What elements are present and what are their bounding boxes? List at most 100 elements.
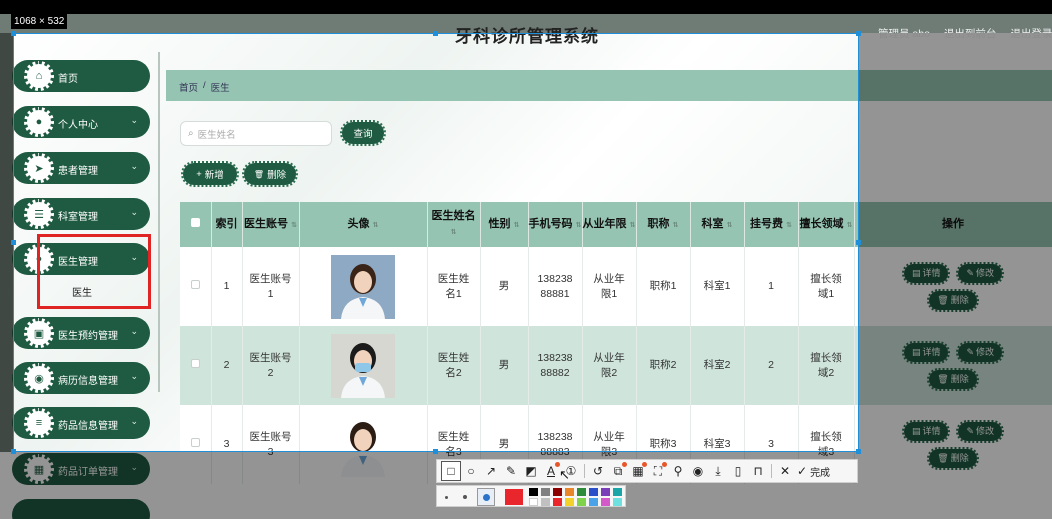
edit-icon: ✎ xyxy=(966,346,975,357)
mosaic-icon[interactable]: ◩ xyxy=(521,461,541,481)
sidebar-item-medicine[interactable]: ≡ 药品信息管理 ⌄ xyxy=(12,407,150,439)
col-avatar[interactable]: 头像 ⇅ xyxy=(299,202,428,247)
rectangle-icon[interactable]: □ xyxy=(441,461,461,481)
delete-button[interactable]: 🗑 删除 xyxy=(927,446,979,470)
sidebar-item-appointments[interactable]: ▣ 医生预约管理 ⌄ xyxy=(12,317,150,349)
color-swatch[interactable] xyxy=(589,498,598,506)
sidebar-item-label: 药品信息管理 xyxy=(58,421,118,432)
sidebar-item-departments[interactable]: ☰ 科室管理 ⌄ xyxy=(12,198,150,230)
detail-button[interactable]: ▤ 详情 xyxy=(901,340,951,364)
ellipse-icon[interactable]: ○ xyxy=(461,461,481,481)
pen-icon[interactable]: ✎ xyxy=(501,461,521,481)
sidebar-item-label: 药品订单管理 xyxy=(58,467,118,478)
sidebar-item-label: 首页 xyxy=(58,74,78,85)
back-to-front-link[interactable]: 退出到前台 xyxy=(944,26,997,41)
color-swatch[interactable] xyxy=(553,488,562,496)
edit-button[interactable]: ✎ 修改 xyxy=(956,340,1005,364)
save-icon[interactable]: ▯ xyxy=(728,461,748,481)
row-checkbox[interactable] xyxy=(180,247,212,326)
doctor-avatar xyxy=(331,254,395,319)
sidebar-item-orders[interactable]: ▦ 药品订单管理 ⌄ xyxy=(12,453,150,485)
resize-handle[interactable] xyxy=(433,449,438,454)
pin-icon[interactable]: ⚲ xyxy=(668,461,688,481)
color-swatch[interactable] xyxy=(529,498,538,506)
text-icon[interactable]: A xyxy=(541,461,561,481)
undo-icon[interactable]: ↺ xyxy=(588,461,608,481)
edit-button[interactable]: ✎ 修改 xyxy=(956,261,1005,285)
color-swatch[interactable] xyxy=(565,488,574,496)
close-icon[interactable]: ✕ xyxy=(775,461,795,481)
sidebar-item-label: 个人中心 xyxy=(58,120,98,131)
screenshot-ocr-icon[interactable]: ⧉ xyxy=(608,461,628,481)
admin-label: 管理员 abo xyxy=(878,28,930,40)
cell-field: 擅长领域2 xyxy=(798,326,855,405)
color-swatch[interactable] xyxy=(577,488,586,496)
detail-button[interactable]: ▤ 详情 xyxy=(901,419,951,443)
resize-handle[interactable] xyxy=(856,449,861,454)
color-swatch[interactable] xyxy=(565,498,574,506)
sidebar-item-home[interactable]: ⌂ 首页 xyxy=(12,60,150,92)
col-dept[interactable]: 科室 ⇅ xyxy=(690,202,745,247)
breadcrumb-home[interactable]: 首页 xyxy=(179,80,198,94)
resize-handle[interactable] xyxy=(11,31,16,36)
row-checkbox[interactable] xyxy=(180,405,212,484)
col-account[interactable]: 医生账号 ⇅ xyxy=(242,202,300,247)
color-swatch[interactable] xyxy=(601,488,610,496)
resize-handle[interactable] xyxy=(856,31,861,36)
done-button[interactable]: ✓ 完成 xyxy=(797,464,830,479)
color-swatch[interactable] xyxy=(613,498,622,506)
sort-icon: ⇅ xyxy=(575,221,582,229)
color-swatch[interactable] xyxy=(541,488,550,496)
sidebar-item-records[interactable]: ◉ 病历信息管理 ⌄ xyxy=(12,362,150,394)
delete-button[interactable]: 🗑 删除 xyxy=(927,288,979,312)
color-swatch[interactable] xyxy=(541,498,550,506)
col-title[interactable]: 职称 ⇅ xyxy=(636,202,691,247)
col-years[interactable]: 从业年限 ⇅ xyxy=(582,202,637,247)
size-medium-option[interactable] xyxy=(463,495,467,499)
sidebar-item-label: 医生预约管理 xyxy=(58,331,118,342)
sidebar-item-more[interactable] xyxy=(12,499,150,519)
add-button[interactable]: + 新增 xyxy=(181,161,239,187)
sidebar-item-patients[interactable]: ➤ 患者管理 ⌄ xyxy=(12,152,150,184)
col-name[interactable]: 医生姓名 ⇅ xyxy=(427,202,481,247)
current-color-swatch[interactable] xyxy=(505,489,523,505)
row-checkbox[interactable] xyxy=(180,326,212,405)
record-icon[interactable]: ◉ xyxy=(688,461,708,481)
color-swatch[interactable] xyxy=(577,498,586,506)
col-field[interactable]: 擅长领域 ⇅ xyxy=(798,202,855,247)
search-placeholder: 医生姓名 xyxy=(197,129,236,141)
resize-handle[interactable] xyxy=(856,240,861,245)
color-swatch[interactable] xyxy=(613,488,622,496)
search-button[interactable]: 查询 xyxy=(340,120,386,146)
resize-handle[interactable] xyxy=(11,449,16,454)
cell-avatar xyxy=(299,405,428,484)
download-icon[interactable]: ⤓ xyxy=(708,461,728,481)
resize-handle[interactable] xyxy=(11,240,16,245)
col-gender[interactable]: 性别 ⇅ xyxy=(480,202,529,247)
color-swatch[interactable] xyxy=(601,498,610,506)
scan-icon[interactable]: ⛶ xyxy=(648,461,668,481)
search-input[interactable]: ⌕ 医生姓名 xyxy=(180,121,332,146)
color-swatch[interactable] xyxy=(529,488,538,496)
bookmark-icon[interactable]: ⊓ xyxy=(748,461,768,481)
select-all-checkbox[interactable] xyxy=(180,202,212,247)
detail-label: 详情 xyxy=(922,346,941,357)
edit-button[interactable]: ✎ 修改 xyxy=(956,419,1005,443)
color-swatch[interactable] xyxy=(553,498,562,506)
translate-icon[interactable]: ▦ xyxy=(628,461,648,481)
chevron-down-icon: ⌄ xyxy=(130,416,138,426)
size-large-option[interactable] xyxy=(477,488,495,506)
col-fee[interactable]: 挂号费 ⇅ xyxy=(744,202,799,247)
col-phone[interactable]: 手机号码 ⇅ xyxy=(528,202,583,247)
batch-delete-button[interactable]: 🗑 删除 xyxy=(242,161,298,187)
snip-toolbar: □ ○ ↗ ✎ ◩ A ① ↺ ⧉ ▦ ⛶ ⚲ ◉ ⤓ ▯ ⊓ ✕ ✓ 完成 xyxy=(436,459,858,483)
detail-button[interactable]: ▤ 详情 xyxy=(901,261,951,285)
arrow-icon[interactable]: ↗ xyxy=(481,461,501,481)
delete-label: 删除 xyxy=(950,373,969,384)
resize-handle[interactable] xyxy=(433,31,438,36)
color-swatch[interactable] xyxy=(589,488,598,496)
delete-button[interactable]: 🗑 删除 xyxy=(927,367,979,391)
logout-link[interactable]: 退出登录 xyxy=(1010,26,1052,41)
size-small-option[interactable] xyxy=(445,496,448,499)
sidebar-item-profile[interactable]: ● 个人中心 ⌄ xyxy=(12,106,150,138)
